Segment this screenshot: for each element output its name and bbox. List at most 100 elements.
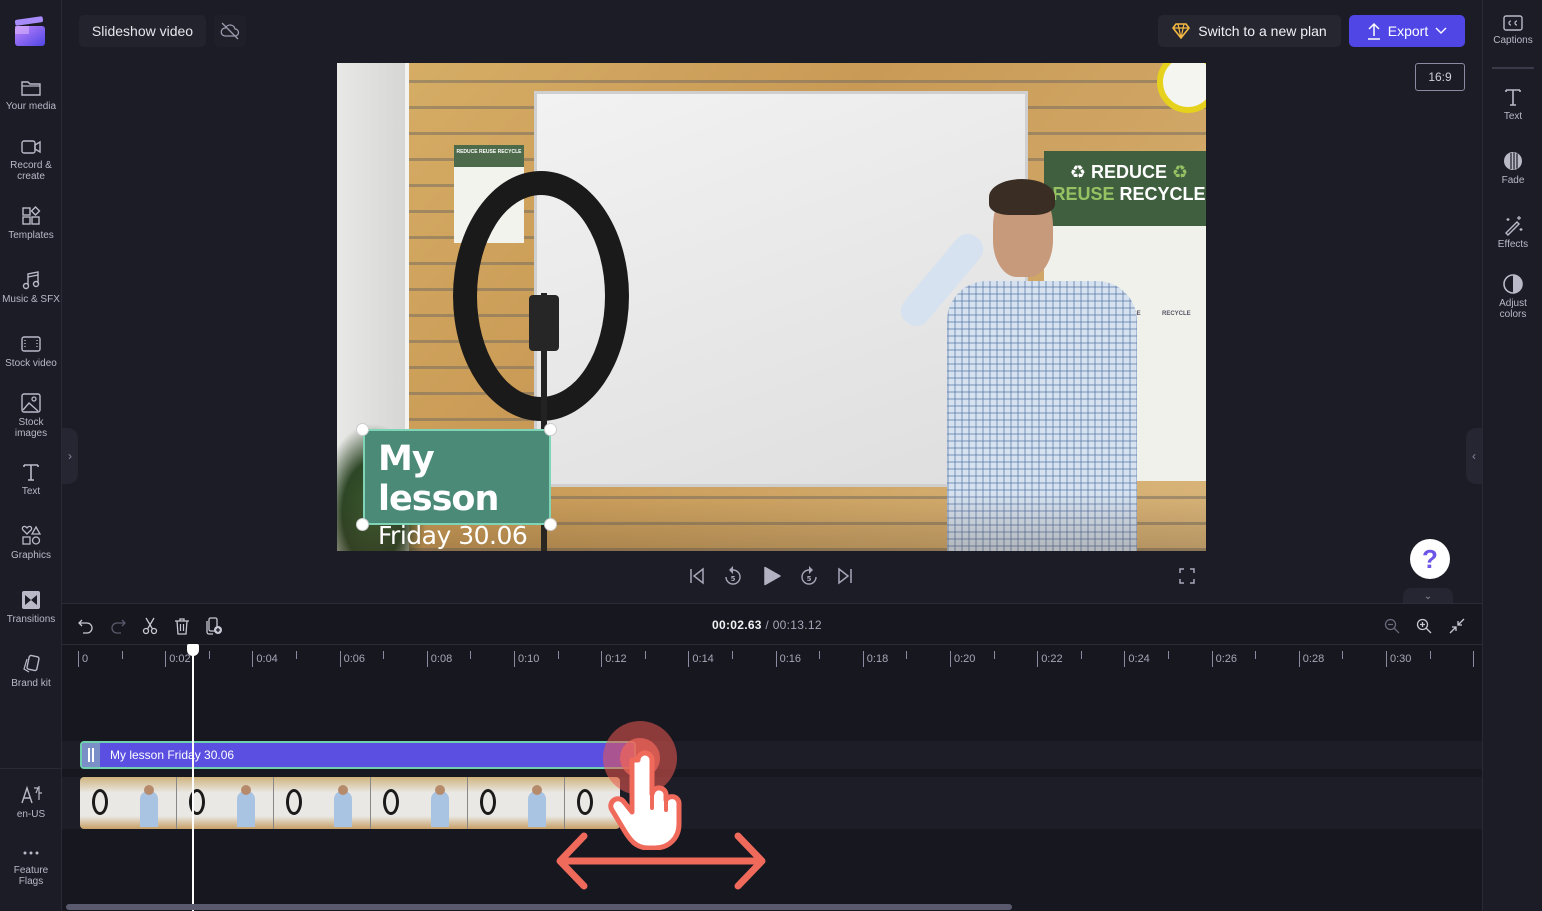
- fit-timeline-button[interactable]: [1445, 614, 1469, 638]
- text-icon: [23, 464, 39, 481]
- export-button[interactable]: Export: [1349, 15, 1465, 47]
- undo-button[interactable]: [74, 614, 98, 638]
- sidebar-item-text-right[interactable]: Text: [1483, 86, 1542, 122]
- camera-icon: [21, 140, 41, 154]
- time-readout: 00:02.63 / 00:13.12: [712, 618, 822, 632]
- sidebar-item-language[interactable]: en-US: [0, 784, 62, 820]
- redo-button[interactable]: [106, 614, 130, 638]
- timeline-horizontal-scrollbar[interactable]: [66, 904, 1012, 910]
- sidebar-item-graphics[interactable]: Graphics: [0, 525, 62, 561]
- collapse-timeline-button[interactable]: ⌄: [1403, 588, 1453, 604]
- sidebar-item-music-sfx[interactable]: Music & SFX: [0, 269, 62, 305]
- diamond-icon: [1172, 23, 1191, 39]
- help-button[interactable]: ?: [1410, 539, 1450, 579]
- sidebar-item-label-2: images: [14, 428, 48, 439]
- rewind-5s-button[interactable]: 5: [721, 563, 745, 589]
- overlay-subtitle[interactable]: Friday 30.06: [378, 519, 549, 553]
- svg-text:5: 5: [731, 575, 736, 583]
- sidebar-item-your-media[interactable]: Your media: [0, 78, 62, 112]
- trash-icon: [175, 618, 189, 635]
- fade-icon: [1504, 152, 1522, 170]
- playhead-handle[interactable]: [187, 644, 199, 656]
- ruler-major-tick: [862, 651, 864, 667]
- sidebar-item-label: Transitions: [6, 614, 56, 625]
- ruler-major-tick: [601, 651, 603, 667]
- ruler-tick-label: 0:22: [1041, 653, 1063, 665]
- ruler-major-tick: [775, 651, 777, 667]
- zoom-out-button[interactable]: [1380, 614, 1404, 638]
- timeline: 00:02.63 / 00:13.12 0 0:02 0:04 0:06 0:08 0:1…: [62, 603, 1482, 911]
- resize-handle-bottom-left[interactable]: [356, 518, 369, 531]
- ruler-tick-label: 0:26: [1215, 653, 1238, 665]
- forward-5s-button[interactable]: 5: [797, 563, 821, 589]
- fullscreen-button[interactable]: [1176, 563, 1198, 589]
- ruler-minor-tick: [383, 651, 385, 659]
- ruler-minor-tick: [644, 651, 646, 659]
- resize-handle-top-left[interactable]: [356, 423, 369, 436]
- aspect-ratio-button[interactable]: 16:9: [1415, 63, 1465, 91]
- skip-end-icon: [838, 567, 852, 585]
- text-icon: [1505, 89, 1521, 106]
- captions-icon: [1503, 15, 1523, 31]
- expand-left-panel-button[interactable]: ›: [62, 428, 78, 484]
- more-icon: [23, 851, 39, 855]
- ruler-minor-tick: [993, 651, 995, 659]
- split-button[interactable]: [138, 614, 162, 638]
- resize-handle-bottom-right[interactable]: [544, 518, 557, 531]
- sidebar-item-adjust-colors[interactable]: Adjust colors: [1483, 273, 1542, 320]
- cloud-sync-button[interactable]: [214, 15, 246, 47]
- project-title-input[interactable]: Slideshow video: [79, 15, 206, 47]
- ruler-tick-label: 0:18: [866, 653, 889, 665]
- video-clip[interactable]: [80, 777, 620, 829]
- sidebar-item-text[interactable]: Text: [0, 461, 62, 497]
- delete-button[interactable]: [170, 614, 194, 638]
- sidebar-item-feature-flags[interactable]: Feature Flags: [0, 848, 62, 887]
- upload-icon: [1367, 22, 1380, 40]
- overlay-title[interactable]: My lesson: [378, 439, 549, 519]
- app-logo-icon[interactable]: [13, 14, 47, 48]
- ruler-tick-label: 0:12: [605, 653, 627, 665]
- sidebar-item-label: Adjust: [1499, 298, 1527, 309]
- sidebar-item-record-create[interactable]: Record & create: [0, 137, 62, 182]
- add-to-timeline-button[interactable]: [202, 614, 226, 638]
- playhead[interactable]: [192, 648, 194, 911]
- ruler-tick-label: 0:16: [779, 653, 802, 665]
- sidebar-item-brand-kit[interactable]: Brand kit: [0, 653, 62, 689]
- switch-plan-button[interactable]: Switch to a new plan: [1158, 15, 1341, 47]
- sidebar-item-label: Your media: [5, 101, 57, 112]
- ruler-major-tick: [165, 651, 167, 667]
- sidebar-divider: [0, 768, 62, 769]
- scene-phone: [529, 295, 559, 351]
- sidebar-item-label: Captions: [1493, 35, 1533, 46]
- text-clip[interactable]: My lesson Friday 30.06: [80, 741, 636, 769]
- folder-icon: [21, 81, 41, 96]
- sidebar-item-captions[interactable]: Captions: [1483, 14, 1542, 46]
- text-overlay[interactable]: My lesson Friday 30.06: [363, 429, 551, 550]
- sidebar-item-label: Stock video: [5, 358, 57, 369]
- sidebar-item-effects[interactable]: Effects: [1483, 214, 1542, 250]
- clip-left-trim-handle[interactable]: [82, 743, 100, 767]
- skip-to-end-button[interactable]: [834, 563, 856, 589]
- sidebar-item-stock-images[interactable]: Stock images: [0, 392, 62, 439]
- sidebar-item-stock-video[interactable]: Stock video: [0, 333, 62, 369]
- sidebar-item-label: Brand kit: [11, 678, 51, 689]
- sidebar-item-templates[interactable]: Templates: [0, 205, 62, 241]
- skip-start-icon: [690, 567, 704, 585]
- timeline-ruler[interactable]: 0 0:02 0:04 0:06 0:08 0:10 0:12 0:14 0:16 0:18 0:2…: [62, 644, 1482, 674]
- ruler-major-tick: [339, 651, 341, 667]
- sidebar-item-label: Music & SFX: [2, 294, 60, 305]
- sidebar-divider: [1492, 67, 1534, 69]
- sidebar-item-fade[interactable]: Fade: [1483, 150, 1542, 186]
- resize-handle-top-right[interactable]: [544, 423, 557, 436]
- play-button[interactable]: [760, 563, 784, 589]
- ruler-minor-tick: [1255, 651, 1257, 659]
- sidebar-item-transitions[interactable]: Transitions: [0, 589, 62, 625]
- skip-to-start-button[interactable]: [686, 563, 708, 589]
- transitions-icon: [22, 591, 40, 609]
- ruler-major-tick: [688, 651, 690, 667]
- forward-icon: 5: [801, 566, 817, 585]
- ruler-minor-tick: [557, 651, 559, 659]
- zoom-in-button[interactable]: [1412, 614, 1436, 638]
- video-thumbnail: [274, 777, 371, 829]
- expand-right-panel-button[interactable]: ‹: [1466, 428, 1482, 484]
